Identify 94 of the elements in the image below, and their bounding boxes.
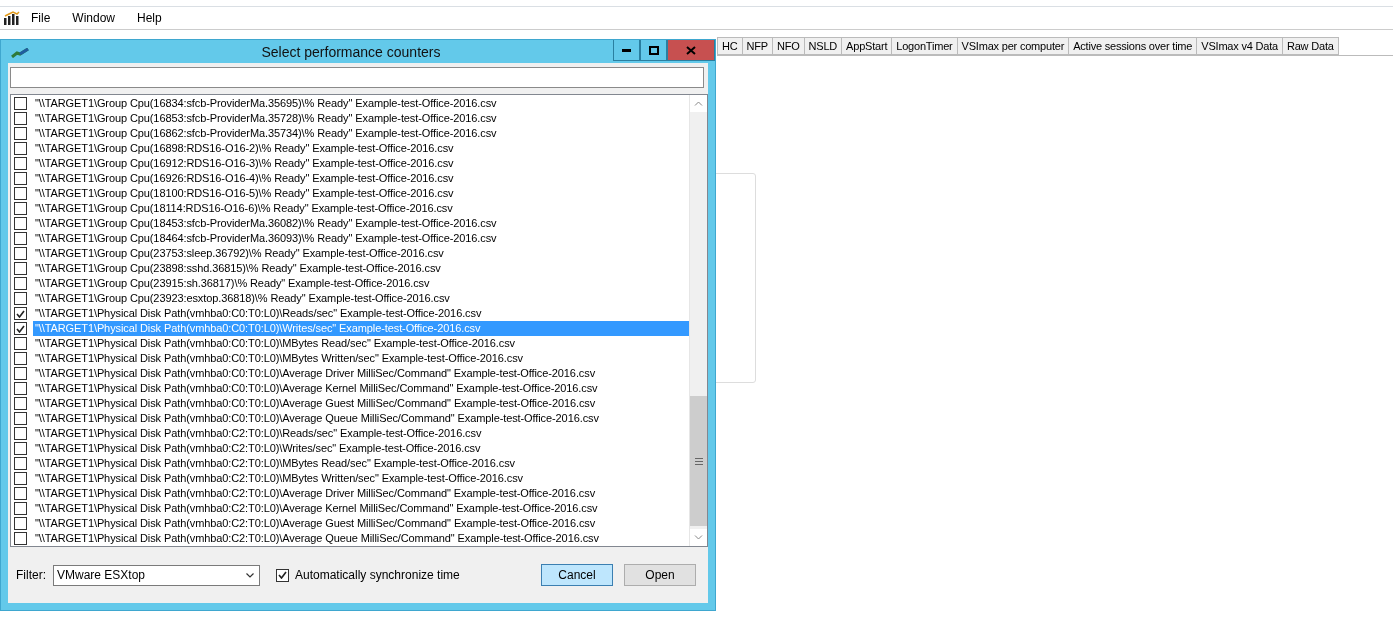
search-field[interactable] xyxy=(10,67,704,88)
checkbox[interactable] xyxy=(14,277,27,290)
counter-item[interactable]: "\\TARGET1\Physical Disk Path(vmhba0:C2:T0:L0)\Reads/sec" Example-test-Office-2016.csv xyxy=(33,426,689,441)
tab[interactable]: Raw Data xyxy=(1281,37,1339,55)
counter-item[interactable]: "\\TARGET1\Physical Disk Path(vmhba0:C0:T0:L0)\Reads/sec" Example-test-Office-2016.csv xyxy=(33,306,689,321)
counter-item[interactable]: "\\TARGET1\Group Cpu(23753:sleep.36792)\% Ready" Example-test-Office-2016.csv xyxy=(33,246,689,261)
counter-item[interactable]: "\\TARGET1\Physical Disk Path(vmhba0:C2:T0:L0)\MBytes Written/sec" Example-test-Office-2016.csv xyxy=(33,471,689,486)
menu-item[interactable]: File xyxy=(20,11,62,25)
checkbox[interactable] xyxy=(14,397,27,410)
checkbox[interactable] xyxy=(14,187,27,200)
checkbox[interactable] xyxy=(14,232,27,245)
counter-item[interactable]: "\\TARGET1\Group Cpu(16912:RDS16-O16-3)\% Ready" Example-test-Office-2016.csv xyxy=(33,156,689,171)
counter-item[interactable]: "\\TARGET1\Group Cpu(23898:sshd.36815)\% Ready" Example-test-Office-2016.csv xyxy=(33,261,689,276)
checkbox[interactable] xyxy=(14,337,27,350)
tab[interactable]: NSLD xyxy=(803,37,842,55)
checkbox[interactable] xyxy=(14,112,27,125)
counter-item[interactable]: "\\TARGET1\Physical Disk Path(vmhba0:C2:T0:L0)\Average Guest MilliSec/Command" Example-test-Office-2016.csv xyxy=(33,516,689,531)
filter-dropdown[interactable]: VMware ESXtop xyxy=(53,564,260,586)
counter-item[interactable]: "\\TARGET1\Group Cpu(18464:sfcb-ProviderMa.36093)\% Ready" Example-test-Office-2016.csv xyxy=(33,231,689,246)
checkbox[interactable] xyxy=(14,532,27,545)
counter-item[interactable]: "\\TARGET1\Group Cpu(18453:sfcb-ProviderMa.36082)\% Ready" Example-test-Office-2016.csv xyxy=(33,216,689,231)
chevron-down-icon xyxy=(246,572,254,578)
counter-item[interactable]: "\\TARGET1\Physical Disk Path(vmhba0:C2:T0:L0)\Average Queue MilliSec/Command" Example-test-Office-2016.csv xyxy=(33,531,689,546)
checkbox[interactable] xyxy=(14,307,27,320)
checkbox[interactable] xyxy=(14,247,27,260)
grip-icon xyxy=(694,457,703,465)
counter-item[interactable]: "\\TARGET1\Group Cpu(23915:sh.36817)\% Ready" Example-test-Office-2016.csv xyxy=(33,276,689,291)
filter-label: Filter: xyxy=(16,568,46,582)
checkbox[interactable] xyxy=(14,157,27,170)
checkbox[interactable] xyxy=(276,568,289,582)
checkbox[interactable] xyxy=(14,457,27,470)
checkbox[interactable] xyxy=(14,97,27,110)
counter-item[interactable]: "\\TARGET1\Physical Disk Path(vmhba0:C0:T0:L0)\MBytes Read/sec" Example-test-Office-2016.csv xyxy=(33,336,689,351)
counter-item[interactable]: "\\TARGET1\Group Cpu(16853:sfcb-ProviderMa.35728)\% Ready" Example-test-Office-2016.csv xyxy=(33,111,689,126)
counter-item[interactable]: "\\TARGET1\Physical Disk Path(vmhba0:C0:T0:L0)\Average Kernel MilliSec/Command" Example-test-Office-2016.csv xyxy=(33,381,689,396)
checkbox-label: Automatically synchronize time xyxy=(295,568,460,582)
tab[interactable]: Active sessions over time xyxy=(1068,37,1197,55)
counter-item[interactable]: "\\TARGET1\Physical Disk Path(vmhba0:C0:T0:L0)\MBytes Written/sec" Example-test-Office-2016.csv xyxy=(33,351,689,366)
counter-item[interactable]: "\\TARGET1\Physical Disk Path(vmhba0:C0:T0:L0)\Average Guest MilliSec/Command" Example-test-Office-2016.csv xyxy=(33,396,689,411)
checkbox[interactable] xyxy=(14,367,27,380)
tab[interactable]: VSImax v4 Data xyxy=(1196,37,1282,55)
counter-item[interactable]: "\\TARGET1\Physical Disk Path(vmhba0:C0:T0:L0)\Average Driver MilliSec/Command" Example-test-Office-2016.csv xyxy=(33,366,689,381)
counter-item[interactable]: "\\TARGET1\Group Cpu(23923:esxtop.36818)\% Ready" Example-test-Office-2016.csv xyxy=(33,291,689,306)
counter-item[interactable]: "\\TARGET1\Group Cpu(16926:RDS16-O16-4)\% Ready" Example-test-Office-2016.csv xyxy=(33,171,689,186)
checkbox[interactable] xyxy=(14,322,27,335)
maximize-icon xyxy=(648,45,659,55)
checkbox[interactable] xyxy=(14,262,27,275)
checkbox[interactable] xyxy=(14,382,27,395)
chevron-down-icon xyxy=(694,535,703,540)
checkbox[interactable] xyxy=(14,502,27,515)
counter-item[interactable]: "\\TARGET1\Physical Disk Path(vmhba0:C0:T0:L0)\Average Queue MilliSec/Command" Example-test-Office-2016.csv xyxy=(33,411,689,426)
counter-item[interactable]: "\\TARGET1\Group Cpu(16834:sfcb-ProviderMa.35695)\% Ready" Example-test-Office-2016.csv xyxy=(33,96,689,111)
checkbox[interactable] xyxy=(14,517,27,530)
checkbox[interactable] xyxy=(14,127,27,140)
tab[interactable]: AppStart xyxy=(841,37,892,55)
checkbox[interactable] xyxy=(14,352,27,365)
menu-item[interactable]: Help xyxy=(126,11,173,25)
counter-item[interactable]: "\\TARGET1\Group Cpu(16862:sfcb-ProviderMa.35734)\% Ready" Example-test-Office-2016.csv xyxy=(33,126,689,141)
checkbox[interactable] xyxy=(14,217,27,230)
tab[interactable]: NFP xyxy=(741,37,772,55)
checkbox[interactable] xyxy=(14,472,27,485)
counter-item[interactable]: "\\TARGET1\Group Cpu(18100:RDS16-O16-5)\% Ready" Example-test-Office-2016.csv xyxy=(33,186,689,201)
counter-item[interactable]: "\\TARGET1\Group Cpu(18114:RDS16-O16-6)\% Ready" Example-test-Office-2016.csv xyxy=(33,201,689,216)
counter-item[interactable]: "\\TARGET1\Physical Disk Path(vmhba0:C2:T0:L0)\Average Kernel MilliSec/Command" Example-test-Office-2016.csv xyxy=(33,501,689,516)
dialog-button[interactable]: Open xyxy=(624,564,696,586)
chart-line-icon xyxy=(11,48,29,58)
tab[interactable]: NFO xyxy=(771,37,804,55)
counter-item[interactable]: "\\TARGET1\Physical Disk Path(vmhba0:C2:T0:L0)\Average Driver MilliSec/Command" Example-test-Office-2016.csv xyxy=(33,486,689,501)
chevron-up-icon xyxy=(694,101,703,106)
scrollbar[interactable] xyxy=(689,95,707,546)
counter-item[interactable]: "\\TARGET1\Physical Disk Path(vmhba0:C2:T0:L0)\Writes/sec" Example-test-Office-2016.csv xyxy=(33,441,689,456)
counter-item[interactable]: "\\TARGET1\Group Cpu(16898:RDS16-O16-2)\% Ready" Example-test-Office-2016.csv xyxy=(33,141,689,156)
minimize-button[interactable] xyxy=(613,40,640,61)
counter-item[interactable]: "\\TARGET1\Physical Disk Path(vmhba0:C2:T0:L0)\MBytes Read/sec" Example-test-Office-2016.csv xyxy=(33,456,689,471)
dialog-button[interactable]: Cancel xyxy=(541,564,613,586)
checkbox[interactable] xyxy=(14,172,27,185)
close-icon xyxy=(686,45,696,55)
close-button[interactable] xyxy=(667,40,715,61)
minimize-icon xyxy=(622,48,631,52)
window-title: Select performance counters xyxy=(260,43,442,60)
checkbox[interactable] xyxy=(14,142,27,155)
tab[interactable]: VSImax per computer xyxy=(956,37,1069,55)
maximize-button[interactable] xyxy=(640,40,667,61)
checkbox[interactable] xyxy=(14,202,27,215)
menu-item[interactable]: Window xyxy=(61,11,127,25)
checkbox[interactable] xyxy=(14,427,27,440)
bar-chart-icon xyxy=(4,11,20,25)
check-icon xyxy=(278,571,287,579)
tab[interactable]: HC xyxy=(717,37,742,55)
checkbox[interactable] xyxy=(14,412,27,425)
checkbox[interactable] xyxy=(14,292,27,305)
checkbox[interactable] xyxy=(14,487,27,500)
checkbox[interactable] xyxy=(14,442,27,455)
tab[interactable]: LogonTimer xyxy=(891,37,957,55)
